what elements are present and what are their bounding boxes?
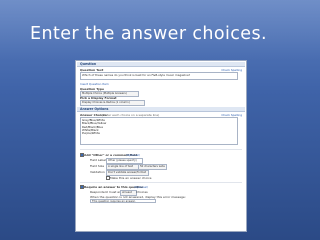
require-answer-hint: (Optional) — [134, 184, 149, 189]
answer-choices-textarea[interactable]: Grey/Blue/White Black/Blue/Yellow Red/Bl… — [80, 117, 238, 145]
question-text-value: Which of these names do you think is bes… — [82, 72, 191, 77]
make-answer-choice-label: Make this an answer choice — [110, 175, 152, 180]
question-text-input[interactable]: Which of these names do you think is bes… — [80, 72, 238, 80]
add-other-hint: (Optional) — [126, 152, 141, 157]
error-message-value: This question requires an answer. — [92, 200, 136, 203]
answer-options-header: Answer Options — [77, 107, 245, 112]
survey-editor-screenshot: Question Question Text Check Spelling Wh… — [75, 60, 247, 232]
error-message-input[interactable]: This question requires an answer. — [90, 199, 156, 203]
field-size-title: Field Size — [90, 164, 105, 168]
question-section-header: Question — [77, 62, 245, 67]
section-divider-2 — [80, 182, 242, 183]
respondent-choices-label: Choices — [136, 190, 148, 194]
field-label-title: Field Label — [90, 158, 106, 162]
display-format-select[interactable]: Display Choices & Radios (1 column) — [80, 99, 145, 106]
answer-choice-5: Purple/White — [82, 131, 100, 136]
validation-title: Validation — [90, 170, 105, 174]
insert-question-item-link[interactable]: Insert Question Item — [80, 82, 109, 86]
section-divider — [80, 149, 242, 150]
slide-title: Enter the answer choices. — [30, 24, 267, 44]
